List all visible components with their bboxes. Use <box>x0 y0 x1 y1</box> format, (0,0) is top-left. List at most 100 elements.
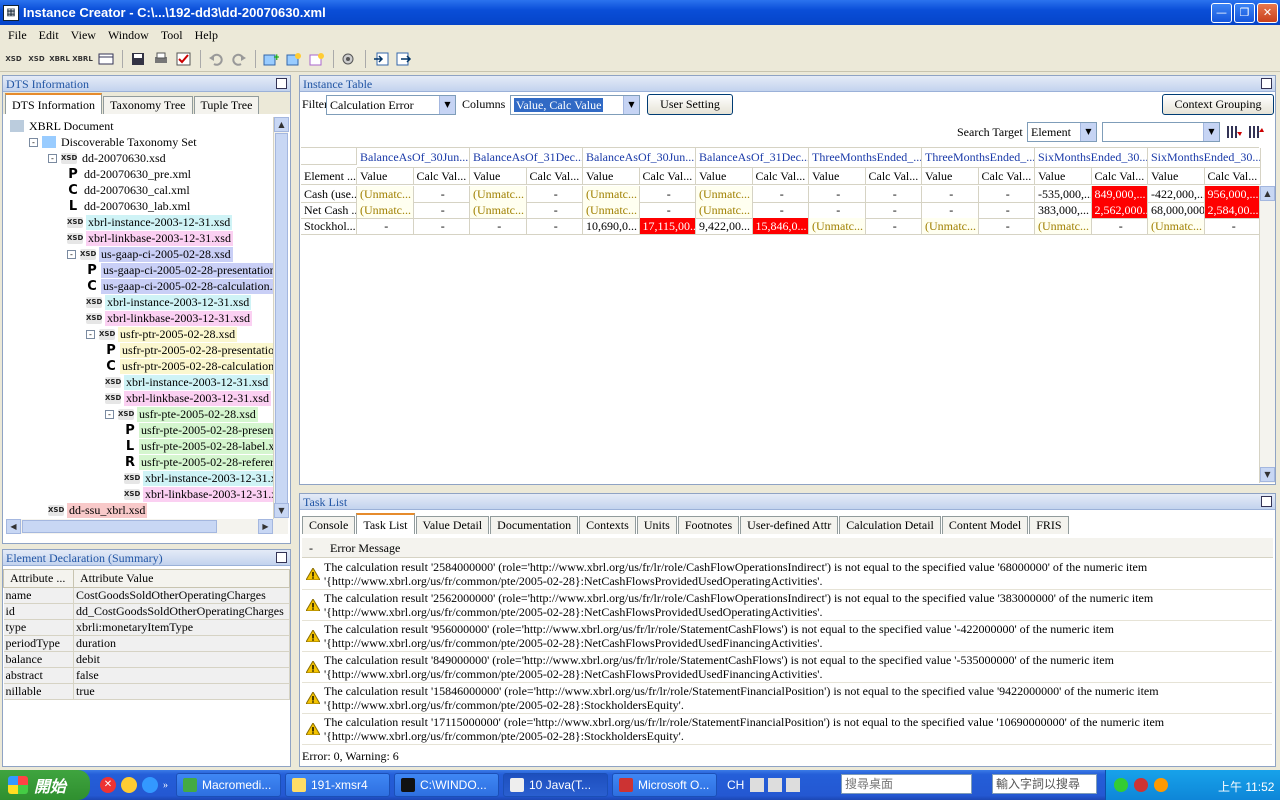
value-cell[interactable]: - <box>526 218 583 235</box>
scroll-up-icon[interactable]: ▲ <box>274 117 289 132</box>
value-cell[interactable]: - <box>752 202 809 219</box>
search-down-icon[interactable] <box>1225 123 1243 141</box>
tab-documentation[interactable]: Documentation <box>490 516 579 534</box>
value-cell[interactable]: (Unmatc... <box>696 202 753 219</box>
open-xsd-icon[interactable]: XSD <box>26 49 47 69</box>
settings-icon[interactable] <box>338 49 359 69</box>
value-cell[interactable]: (Unmatc... <box>357 186 414 203</box>
tree-node[interactable]: - XSD us-gaap-ci-2005-02-28.xsd <box>67 246 233 262</box>
instance-grid[interactable]: BalanceAsOf_30Jun... BalanceAsOf_31Dec...… <box>301 147 1261 483</box>
clock[interactable]: 上午 11:52 <box>1218 778 1274 795</box>
search-up-icon[interactable] <box>1247 123 1265 141</box>
export-icon[interactable] <box>393 49 414 69</box>
tree-node[interactable]: XSD xbrl-instance-2003-12-31.xsd <box>105 374 271 390</box>
value-cell[interactable]: (Unmatc... <box>809 218 866 235</box>
tree-node[interactable]: - Discoverable Taxonomy Set <box>29 134 199 150</box>
table-header[interactable]: Attribute ... <box>3 569 74 588</box>
antivirus-icon[interactable] <box>1134 778 1148 792</box>
tree-node[interactable]: XSD xbrl-instance-2003-12-31.xsd <box>86 294 252 310</box>
value-cell[interactable]: 68,000,000 <box>1148 202 1205 219</box>
validate-icon[interactable] <box>173 49 194 69</box>
open-xbrl-icon[interactable]: XBRL <box>72 49 93 69</box>
collapse-toggle-icon[interactable]: - <box>67 249 76 259</box>
task-folder[interactable]: 191-xmsr4 <box>285 773 390 797</box>
value-cell[interactable]: - <box>413 202 470 219</box>
value-cell[interactable]: - <box>413 218 470 235</box>
sub-header[interactable]: Calc Val... <box>639 168 696 185</box>
row-label[interactable]: Stockhol... <box>301 218 357 235</box>
task-macromedia[interactable]: Macromedi... <box>176 773 281 797</box>
new-xbrl-icon[interactable]: XBRL <box>49 49 70 69</box>
keyboard-icon[interactable] <box>750 778 765 792</box>
messenger-icon[interactable] <box>121 777 137 793</box>
browser-icon[interactable] <box>142 777 158 793</box>
menu-window[interactable]: Window <box>102 28 155 43</box>
row-label[interactable]: Cash (use... <box>301 186 357 203</box>
search-input[interactable]: ▼ <box>1102 122 1220 142</box>
menu-help[interactable]: Help <box>189 28 224 43</box>
redo-icon[interactable] <box>228 49 249 69</box>
maximize-button[interactable]: ❐ <box>1234 3 1255 23</box>
value-cell[interactable]: - <box>639 202 696 219</box>
tab-dts-information[interactable]: DTS Information <box>5 93 102 114</box>
desktop-search-input[interactable]: 搜尋桌面 <box>841 774 972 794</box>
value-cell[interactable]: 383,000,... <box>1035 202 1092 219</box>
value-cell[interactable]: (Unmatc... <box>1148 218 1205 235</box>
table-row[interactable]: nillable true <box>3 683 290 700</box>
scroll-down-icon[interactable]: ▼ <box>274 503 289 518</box>
tab-user-defined-attr[interactable]: User-defined Attr <box>740 516 839 534</box>
value-cell[interactable]: - <box>357 218 414 235</box>
sub-header[interactable]: Value <box>583 168 640 185</box>
maximize-icon[interactable] <box>276 78 287 89</box>
tab-taxonomy-tree[interactable]: Taxonomy Tree <box>103 96 193 114</box>
tree-node[interactable]: Pus-gaap-ci-2005-02-28-presentation <box>86 262 273 278</box>
context-header[interactable]: BalanceAsOf_31Dec... <box>696 148 809 168</box>
add-context-icon[interactable] <box>283 49 304 69</box>
tab-task-list[interactable]: Task List <box>356 513 415 534</box>
sub-header[interactable]: Value <box>809 168 866 185</box>
value-cell[interactable]: 2,562,000... <box>1091 202 1148 219</box>
tree-node[interactable]: - XSD dd-20070630.xsd <box>48 150 168 166</box>
tree-node[interactable]: XSD xbrl-instance-2003-12-31.xsd <box>67 214 233 230</box>
list-item[interactable]: The calculation result '2584000000' (rol… <box>302 559 1272 590</box>
close-button[interactable]: ✕ <box>1257 3 1278 23</box>
element-header[interactable]: Element ... <box>301 168 357 185</box>
tool-icon[interactable] <box>768 778 783 792</box>
value-cell[interactable]: 15,846,0... <box>752 218 809 235</box>
context-header[interactable]: BalanceAsOf_30Jun... <box>357 148 470 168</box>
menu-file[interactable]: File <box>2 28 33 43</box>
task-cmd[interactable]: C:\WINDO... <box>394 773 499 797</box>
value-cell[interactable]: (Unmatc... <box>470 202 527 219</box>
scroll-right-icon[interactable]: ▶ <box>258 519 273 534</box>
tree-node[interactable]: XSD xbrl-linkbase-2003-12-31.xsd <box>105 390 271 406</box>
context-header[interactable]: BalanceAsOf_31Dec... <box>470 148 583 168</box>
context-header[interactable]: SixMonthsEnded_30... <box>1148 148 1261 168</box>
value-cell[interactable]: - <box>865 218 922 235</box>
sub-header[interactable]: Calc Val... <box>752 168 809 185</box>
value-cell[interactable]: - <box>978 186 1035 203</box>
menu-edit[interactable]: Edit <box>33 28 65 43</box>
tree-node[interactable]: - XSD usfr-ptr-2005-02-28.xsd <box>86 326 238 342</box>
more-chevron-icon[interactable]: » <box>163 780 168 791</box>
value-cell[interactable]: 17,115,00... <box>639 218 696 235</box>
maximize-icon[interactable] <box>276 552 287 563</box>
network-icon[interactable] <box>1114 778 1128 792</box>
value-cell[interactable]: (Unmatc... <box>1035 218 1092 235</box>
row-label[interactable]: Net Cash ... <box>301 202 357 219</box>
tree-node[interactable]: Cdd-20070630_cal.xml <box>67 182 192 198</box>
context-header[interactable]: SixMonthsEnded_30... <box>1035 148 1148 168</box>
messenger-tray-icon[interactable] <box>1154 778 1168 792</box>
sub-header[interactable]: Calc Val... <box>978 168 1035 185</box>
sub-header[interactable]: Value <box>696 168 753 185</box>
lang-indicator[interactable]: CH <box>727 778 744 792</box>
tree-node[interactable]: XSD dd-ssu_xbrl.xsd <box>48 502 148 518</box>
add-unit-icon[interactable] <box>306 49 327 69</box>
print-icon[interactable] <box>150 49 171 69</box>
task-java[interactable]: 10 Java(T... <box>503 773 608 797</box>
menu-tool[interactable]: Tool <box>155 28 189 43</box>
value-cell[interactable]: (Unmatc... <box>696 186 753 203</box>
tree-node[interactable]: Cus-gaap-ci-2005-02-28-calculation.x <box>86 278 273 294</box>
undo-icon[interactable] <box>205 49 226 69</box>
table-header[interactable]: Attribute Value <box>73 569 290 588</box>
tree-node[interactable]: XSD xbrl-linkbase-2003-12-31.xs <box>124 486 273 502</box>
